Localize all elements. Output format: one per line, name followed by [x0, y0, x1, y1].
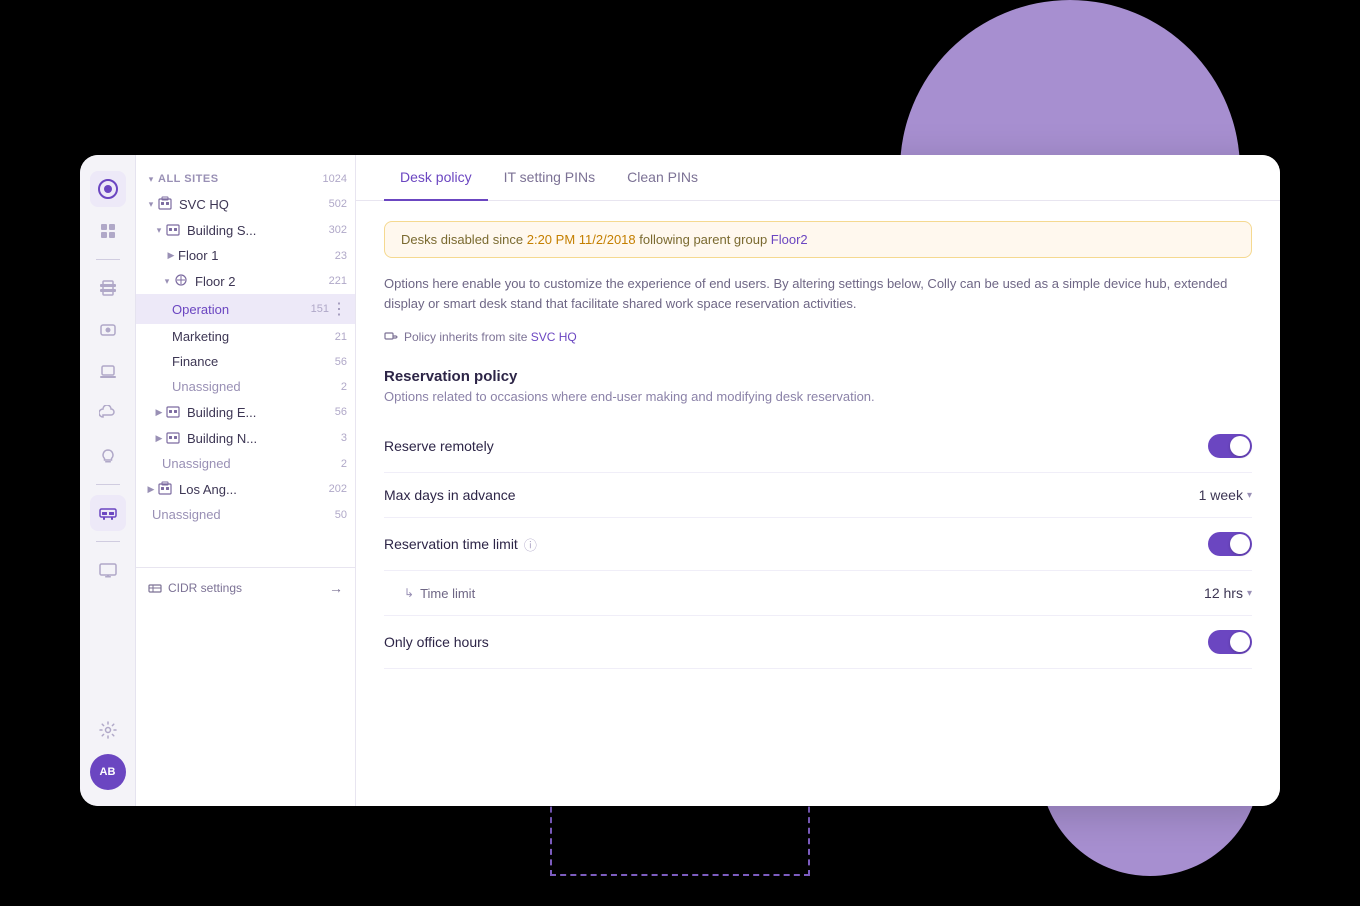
sidebar-item-los-ang[interactable]: ▶ Los Ang... 202 — [136, 476, 355, 502]
icon-rail: AB — [80, 155, 136, 806]
time-limit-sub-label: ↳ Time limit — [384, 586, 1204, 601]
time-limit-toggle-value — [1208, 532, 1252, 556]
reserve-remotely-toggle[interactable] — [1208, 434, 1252, 458]
bulb-icon[interactable] — [90, 438, 126, 474]
expand-arrow-all-sites[interactable]: ▾ — [144, 172, 158, 186]
sidebar-item-unassigned-3[interactable]: Unassigned 50 — [136, 502, 355, 527]
floor2-icon — [174, 273, 190, 289]
sidebar-item-building-e[interactable]: ▶ Building E... 56 — [136, 399, 355, 425]
cidr-icon — [148, 581, 162, 595]
main-content: Desk policy IT setting PINs Clean PINs D… — [356, 155, 1280, 806]
reservation-policy-title: Reservation policy — [384, 368, 1252, 385]
reservation-policy-section: Reservation policy Options related to oc… — [384, 368, 1252, 404]
setting-row-max-days: Max days in advance 1 week ▾ — [384, 473, 1252, 518]
max-days-value: 1 week ▾ — [1199, 487, 1252, 503]
time-limit-info-icon: ⓘ — [524, 535, 537, 554]
expand-arrow-floor1[interactable]: ▶ — [164, 249, 178, 263]
time-limit-dropdown[interactable]: 12 hrs ▾ — [1204, 585, 1252, 601]
time-limit-text: 12 hrs — [1204, 585, 1243, 601]
max-days-text: 1 week — [1199, 487, 1243, 503]
gear-icon[interactable] — [90, 712, 126, 748]
setting-row-time-limit: Reservation time limit ⓘ — [384, 518, 1252, 571]
sidebar-item-marketing[interactable]: Marketing 21 — [136, 324, 355, 349]
expand-arrow-svc-hq[interactable]: ▾ — [144, 197, 158, 211]
sidebar-tree: ▾ ALL SITES 1024 ▾ SVC HQ 502 ▾ — [136, 155, 356, 806]
main-card: AB ▾ ALL SITES 1024 ▾ SVC HQ 502 — [80, 155, 1280, 806]
office-hours-label: Only office hours — [384, 634, 1208, 650]
operation-menu-icon[interactable]: ⋮ — [331, 299, 347, 319]
time-limit-label: Reservation time limit ⓘ — [384, 535, 1208, 554]
time-limit-dropdown-value: 12 hrs ▾ — [1204, 585, 1252, 601]
sidebar-item-svc-hq[interactable]: ▾ SVC HQ 502 — [136, 191, 355, 217]
layers-icon[interactable] — [90, 213, 126, 249]
logo-icon[interactable] — [90, 171, 126, 207]
tab-desk-policy[interactable]: Desk policy — [384, 155, 488, 201]
building-icon-n — [166, 430, 182, 446]
desk-icon[interactable] — [90, 495, 126, 531]
reservation-policy-desc: Options related to occasions where end-u… — [384, 389, 1252, 404]
cidr-arrow: → — [329, 580, 343, 596]
setting-row-office-hours: Only office hours — [384, 616, 1252, 669]
content-body: Desks disabled since 2:20 PM 11/2/2018 f… — [356, 201, 1280, 806]
setting-row-reserve-remotely: Reserve remotely — [384, 420, 1252, 473]
office-hours-toggle-value — [1208, 630, 1252, 654]
rail-divider-3 — [96, 541, 120, 542]
sidebar-spacer — [136, 527, 355, 567]
sidebar-item-operation[interactable]: Operation 151 ⋮ — [136, 294, 355, 324]
warning-text: Desks disabled since 2:20 PM 11/2/2018 f… — [401, 232, 808, 247]
rail-divider-1 — [96, 259, 120, 260]
device-icon[interactable] — [90, 312, 126, 348]
time-limit-toggle[interactable] — [1208, 532, 1252, 556]
expand-arrow-building-n[interactable]: ▶ — [152, 431, 166, 445]
indent-arrow-icon: ↳ — [404, 586, 414, 600]
avatar-icon[interactable]: AB — [90, 754, 126, 790]
tab-it-setting-pins[interactable]: IT setting PINs — [488, 155, 612, 201]
sidebar-item-floor1[interactable]: ▶ Floor 1 23 — [136, 243, 355, 268]
tabs-bar: Desk policy IT setting PINs Clean PINs — [356, 155, 1280, 201]
sidebar-item-building-s[interactable]: ▾ Building S... 302 — [136, 217, 355, 243]
setting-row-time-limit-value: ↳ Time limit 12 hrs ▾ — [384, 571, 1252, 616]
building-icon-los — [158, 481, 174, 497]
policy-inherits-text: Policy inherits from site SVC HQ — [404, 330, 577, 344]
expand-arrow-floor2[interactable]: ▾ — [160, 274, 174, 288]
reserve-remotely-value — [1208, 434, 1252, 458]
max-days-dropdown[interactable]: 1 week ▾ — [1199, 487, 1252, 503]
bg-dashed-rect — [550, 796, 810, 876]
monitor-icon[interactable] — [90, 552, 126, 588]
building-icon-s — [166, 222, 182, 238]
reserve-remotely-label: Reserve remotely — [384, 438, 1208, 454]
tab-clean-pins[interactable]: Clean PINs — [611, 155, 714, 201]
warning-banner: Desks disabled since 2:20 PM 11/2/2018 f… — [384, 221, 1252, 258]
description-text: Options here enable you to customize the… — [384, 274, 1252, 314]
sidebar-item-floor2[interactable]: ▾ Floor 2 221 — [136, 268, 355, 294]
sidebar-item-unassigned-2[interactable]: Unassigned 2 — [136, 451, 355, 476]
sidebar-item-all-sites[interactable]: ▾ ALL SITES 1024 — [136, 167, 355, 191]
max-days-label: Max days in advance — [384, 487, 1199, 503]
policy-inherits-link[interactable]: SVC HQ — [531, 330, 577, 344]
policy-icon — [384, 330, 398, 344]
policy-inherits: Policy inherits from site SVC HQ — [384, 330, 1252, 344]
expand-arrow-los-ang[interactable]: ▶ — [144, 482, 158, 496]
cloud-icon[interactable] — [90, 396, 126, 432]
rail-divider-2 — [96, 484, 120, 485]
building-icon-e — [166, 404, 182, 420]
network-icon[interactable] — [90, 270, 126, 306]
sidebar-item-finance[interactable]: Finance 56 — [136, 349, 355, 374]
sidebar-item-building-n[interactable]: ▶ Building N... 3 — [136, 425, 355, 451]
download-icon[interactable] — [90, 354, 126, 390]
expand-arrow-building-e[interactable]: ▶ — [152, 405, 166, 419]
building-icon-svc-hq — [158, 196, 174, 212]
expand-arrow-building-s[interactable]: ▾ — [152, 223, 166, 237]
warning-highlight: 2:20 PM 11/2/2018 — [527, 232, 636, 247]
time-limit-chevron: ▾ — [1247, 588, 1252, 599]
sidebar-item-unassigned-1[interactable]: Unassigned 2 — [136, 374, 355, 399]
office-hours-toggle[interactable] — [1208, 630, 1252, 654]
warning-link[interactable]: Floor2 — [771, 232, 808, 247]
cidr-settings-link[interactable]: CIDR settings → — [136, 567, 355, 604]
max-days-chevron: ▾ — [1247, 490, 1252, 501]
